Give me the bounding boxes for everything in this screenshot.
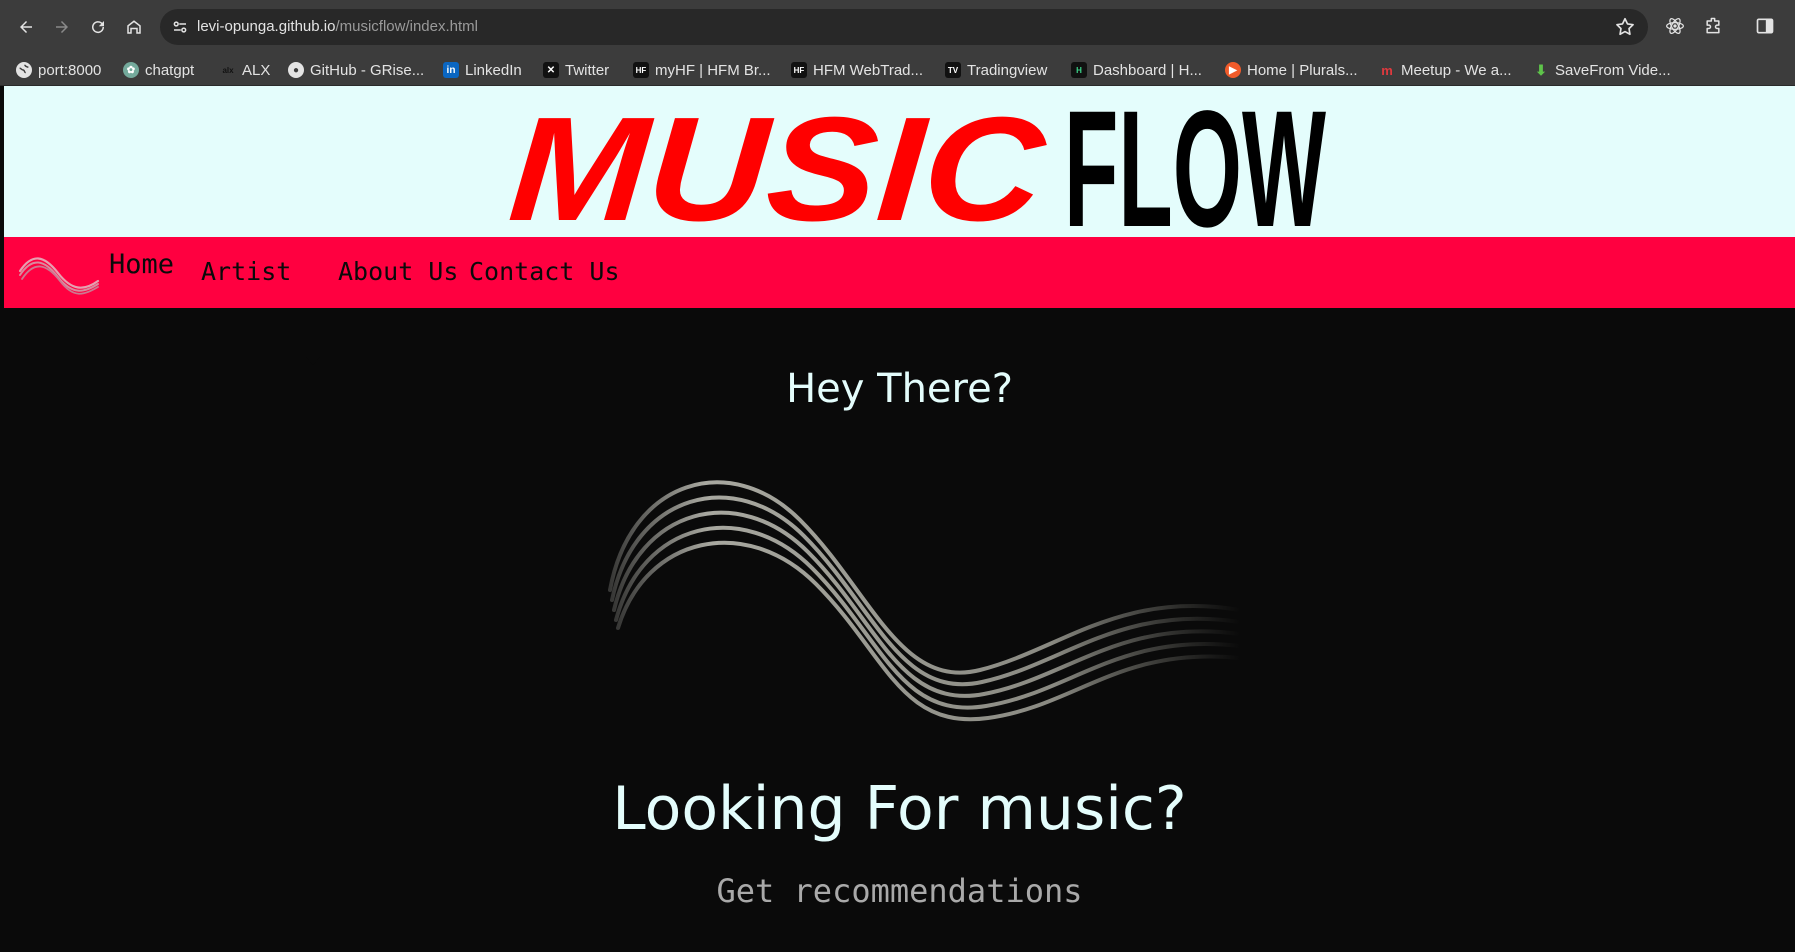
page-viewport: MUSIC FLOW Home Artist About Us Contact … [4,86,1795,952]
bookmark-label: SaveFrom Vide... [1555,61,1671,79]
bookmark-label: Dashboard | H... [1093,61,1202,79]
bookmark-label: myHF | HFM Br... [655,61,771,79]
bookmark-item[interactable]: ● GitHub - GRise... [288,60,424,80]
arrow-right-icon [56,21,68,33]
x-icon: ✕ [543,62,559,78]
bookmark-label: HFM WebTrad... [813,61,924,79]
bookmark-item[interactable]: H Dashboard | H... [1071,60,1202,80]
bookmarks-bar: port:8000 ✿ chatgpt alx ALX ● GitHub - G… [0,54,1795,86]
sound-wave-graphic [608,480,1242,722]
globe-icon [16,62,32,78]
tradingview-icon: TV [945,62,961,78]
bookmark-label: Home | Plurals... [1247,61,1358,79]
nav-home-link[interactable]: Home [109,249,174,280]
bookmark-item[interactable]: ✿ chatgpt [123,60,194,80]
bookmark-item[interactable]: alx ALX [220,60,270,80]
bookmark-item[interactable]: HF HFM WebTrad... [791,60,923,80]
bookmark-item[interactable]: ⬇ SaveFrom Vide... [1533,60,1671,80]
bookmark-item[interactable]: HF myHF | HFM Br... [633,60,771,80]
linkedin-icon: in [443,62,459,78]
chatgpt-icon: ✿ [123,62,139,78]
bookmark-item[interactable]: port:8000 [16,60,101,80]
nav-artist-link[interactable]: Artist [201,257,291,286]
logo-word-music: MUSIC [504,87,1051,237]
logo-word-flow: FLOW [1064,86,1326,237]
bookmark-label: LinkedIn [465,61,522,79]
main-navbar: Home Artist About Us Contact Us [4,237,1795,308]
url-text: levi-opunga.github.io/musicflow/index.ht… [197,18,478,35]
back-button[interactable] [10,11,42,43]
bookmark-item[interactable]: in LinkedIn [443,60,522,80]
bookmark-label: chatgpt [145,61,195,79]
url-host: levi-opunga.github.io [197,18,336,35]
bookmark-label: ALX [242,61,271,79]
browser-toolbar: levi-opunga.github.io/musicflow/index.ht… [0,0,1795,54]
arrow-left-icon [20,21,32,33]
pluralsight-icon: ▶ [1225,62,1241,78]
bookmark-label: Twitter [565,61,610,79]
bookmark-item[interactable]: ✕ Twitter [543,60,609,80]
reload-icon [92,21,105,34]
bookmark-item[interactable]: ▶ Home | Plurals... [1225,60,1358,80]
bookmark-label: port:8000 [38,61,102,79]
meetup-icon: m [1381,62,1393,78]
bookmark-label: Tradingview [967,61,1048,79]
site-header: MUSIC FLOW [4,86,1795,237]
url-path: /musicflow/index.html [335,18,478,35]
artist-dropdown-caret-icon[interactable] [306,357,320,365]
nav-contact-link[interactable]: Contact Us [469,257,620,286]
download-icon: ⬇ [1535,61,1547,78]
wave-logo-icon[interactable] [18,251,100,295]
recommendations-link[interactable]: Get recommendations [4,872,1795,910]
hf-icon: HF [791,62,807,78]
bookmark-label: Meetup - We a... [1401,61,1512,79]
home-icon [127,20,141,34]
bookmark-label: GitHub - GRise... [310,61,425,79]
extensions-icon[interactable] [1701,14,1725,38]
greeting-heading: Hey There? [786,366,1013,412]
bookmark-item[interactable]: TV Tradingview [945,60,1047,80]
side-panel-icon[interactable] [1753,14,1777,38]
github-icon: ● [288,62,304,78]
nav-about-link[interactable]: About Us [338,257,458,286]
home-button[interactable] [118,11,150,43]
bookmark-item[interactable]: m Meetup - We a... [1379,60,1512,80]
bookmark-star-icon[interactable] [1614,16,1636,38]
hf-icon: HF [633,62,649,78]
dashboard-icon: H [1071,62,1087,78]
forward-button[interactable] [46,11,78,43]
musicflow-logo[interactable]: MUSIC FLOW [4,86,1795,237]
react-devtools-icon[interactable] [1663,14,1687,38]
address-bar[interactable]: levi-opunga.github.io/musicflow/index.ht… [160,9,1648,45]
alx-icon: alx [222,65,234,75]
site-info-icon[interactable] [168,15,192,39]
hero-headline: Looking For music? [612,774,1187,844]
reload-button[interactable] [82,11,114,43]
